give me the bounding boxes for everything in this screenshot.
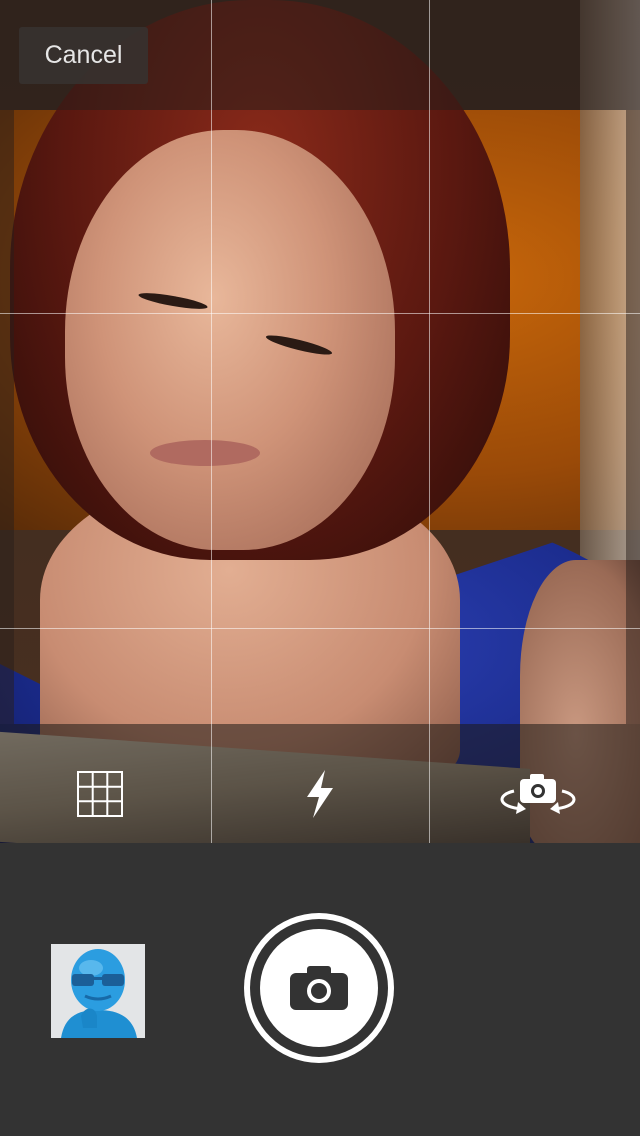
preview-image xyxy=(0,0,640,843)
switch-camera-icon xyxy=(500,774,576,814)
switch-camera-button[interactable] xyxy=(488,762,588,826)
grid-toggle-button[interactable] xyxy=(68,762,132,826)
flash-button[interactable] xyxy=(288,762,352,826)
grid-icon xyxy=(77,771,123,817)
grid-line-horizontal-2 xyxy=(0,628,640,629)
flash-icon xyxy=(307,770,333,818)
crop-shade-left xyxy=(0,110,14,724)
shutter-button[interactable] xyxy=(244,913,394,1063)
grid-line-vertical-1 xyxy=(211,0,212,843)
crop-shade-right xyxy=(626,110,640,724)
gallery-thumbnail[interactable] xyxy=(51,944,145,1038)
camera-viewfinder[interactable]: Cancel xyxy=(0,0,640,843)
cancel-button[interactable]: Cancel xyxy=(19,27,148,84)
gallery-thumbnail-image xyxy=(51,944,145,1038)
grid-line-vertical-2 xyxy=(429,0,430,843)
grid-line-horizontal-1 xyxy=(0,313,640,314)
camera-icon xyxy=(290,966,348,1010)
